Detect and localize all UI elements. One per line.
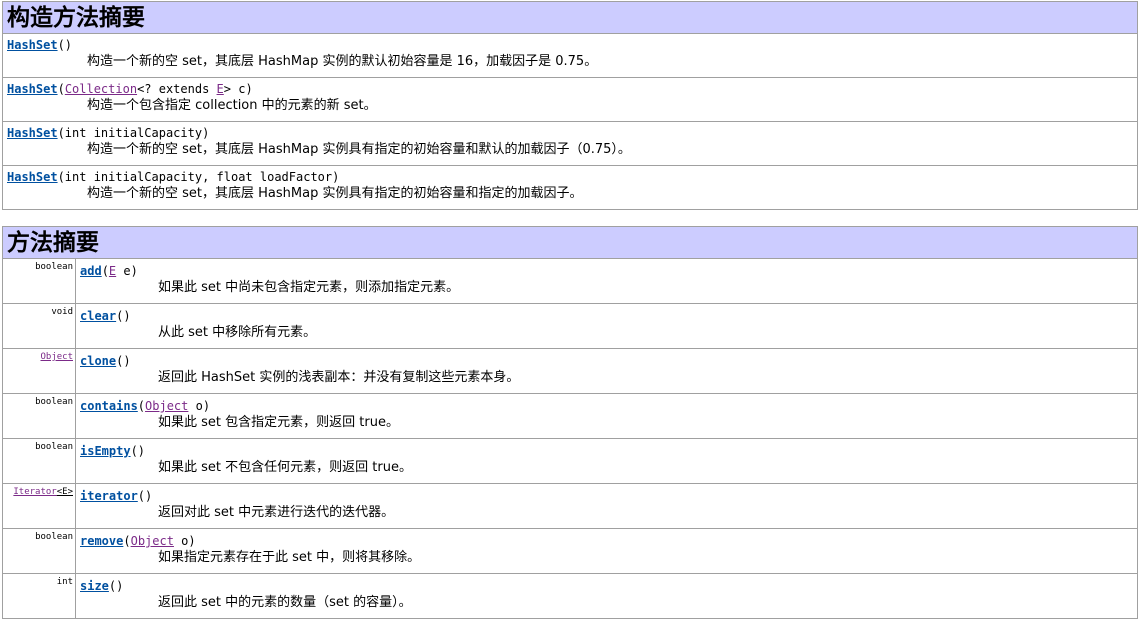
method-link-contains[interactable]: contains: [80, 399, 138, 413]
method-link-clear[interactable]: clear: [80, 309, 116, 323]
constructor-description: 构造一个新的空 set，其底层 HashMap 实例具有指定的初始容量和默认的加…: [87, 142, 631, 157]
return-type: boolean: [2, 528, 76, 574]
method-description: 返回对此 set 中元素进行迭代的迭代器。: [158, 505, 395, 520]
object-type-link[interactable]: Object: [131, 534, 174, 548]
method-signature: contains(Object o): [80, 399, 211, 413]
method-link-iterator[interactable]: iterator: [80, 489, 138, 503]
constructor-signature: HashSet(): [7, 38, 73, 52]
return-type: Object: [2, 348, 76, 394]
method-row: boolean isEmpty() 如果此 set 不包含任何元素，则返回 tr…: [2, 438, 1138, 484]
constructor-link-hashset[interactable]: HashSet: [7, 82, 58, 96]
collection-type-link[interactable]: Collection: [65, 82, 137, 96]
method-row: boolean contains(Object o) 如果此 set 包含指定元…: [2, 393, 1138, 439]
constructor-signature: HashSet(int initialCapacity, float loadF…: [7, 170, 340, 184]
constructor-summary-title: 构造方法摘要: [2, 1, 1138, 34]
method-link-size[interactable]: size: [80, 579, 109, 593]
constructor-description: 构造一个包含指定 collection 中的元素的新 set。: [87, 98, 377, 113]
return-type: Iterator<E>: [2, 483, 76, 529]
method-summary-title: 方法摘要: [2, 226, 1138, 259]
method-row: int size() 返回此 set 中的元素的数量（set 的容量）。: [2, 573, 1138, 619]
method-description: 如果指定元素存在于此 set 中，则将其移除。: [158, 550, 421, 565]
return-type: void: [2, 303, 76, 349]
constructor-row: HashSet(Collection<? extends E> c) 构造一个包…: [2, 77, 1138, 122]
method-summary-table: 方法摘要 boolean add(E e) 如果此 set 中尚未包含指定元素，…: [2, 226, 1138, 619]
method-description: 返回此 set 中的元素的数量（set 的容量）。: [158, 595, 412, 610]
method-link-add[interactable]: add: [80, 264, 102, 278]
constructor-signature: HashSet(Collection<? extends E> c): [7, 82, 253, 96]
constructor-description: 构造一个新的空 set，其底层 HashMap 实例的默认初始容量是 16，加载…: [87, 54, 598, 69]
constructor-description: 构造一个新的空 set，其底层 HashMap 实例具有指定的初始容量和指定的加…: [87, 186, 583, 201]
method-link-remove[interactable]: remove: [80, 534, 123, 548]
method-description: 返回此 HashSet 实例的浅表副本：并没有复制这些元素本身。: [158, 370, 520, 385]
return-type: boolean: [2, 438, 76, 484]
method-signature: size(): [80, 579, 124, 593]
method-link-isempty[interactable]: isEmpty: [80, 444, 131, 458]
return-type: int: [2, 573, 76, 619]
constructor-row: HashSet(int initialCapacity) 构造一个新的空 set…: [2, 121, 1138, 166]
constructor-summary-table: 构造方法摘要 HashSet() 构造一个新的空 set，其底层 HashMap…: [2, 1, 1138, 210]
method-description: 如果此 set 包含指定元素，则返回 true。: [158, 415, 399, 430]
method-description: 从此 set 中移除所有元素。: [158, 325, 317, 340]
return-type: boolean: [2, 393, 76, 439]
method-signature: remove(Object o): [80, 534, 196, 548]
method-row: Iterator<E> iterator() 返回对此 set 中元素进行迭代的…: [2, 483, 1138, 529]
constructor-link-hashset[interactable]: HashSet: [7, 126, 58, 140]
constructor-link-hashset[interactable]: HashSet: [7, 38, 58, 52]
method-row: boolean remove(Object o) 如果指定元素存在于此 set …: [2, 528, 1138, 574]
method-description: 如果此 set 中尚未包含指定元素，则添加指定元素。: [158, 280, 460, 295]
object-type-link[interactable]: Object: [40, 352, 73, 362]
constructor-row: HashSet(int initialCapacity, float loadF…: [2, 165, 1138, 210]
method-signature: clear(): [80, 309, 131, 323]
method-signature: add(E e): [80, 264, 138, 278]
method-signature: isEmpty(): [80, 444, 146, 458]
method-link-clone[interactable]: clone: [80, 354, 116, 368]
return-type: boolean: [2, 258, 76, 304]
constructor-signature: HashSet(int initialCapacity): [7, 126, 210, 140]
method-description: 如果此 set 不包含任何元素，则返回 true。: [158, 460, 412, 475]
method-row: void clear() 从此 set 中移除所有元素。: [2, 303, 1138, 349]
constructor-row: HashSet() 构造一个新的空 set，其底层 HashMap 实例的默认初…: [2, 33, 1138, 78]
method-signature: clone(): [80, 354, 131, 368]
iterator-type-link[interactable]: Iterator: [13, 487, 56, 497]
type-param-e: <E>: [56, 487, 73, 497]
type-param-e-link[interactable]: E: [217, 82, 224, 96]
method-row: boolean add(E e) 如果此 set 中尚未包含指定元素，则添加指定…: [2, 258, 1138, 304]
method-row: Object clone() 返回此 HashSet 实例的浅表副本：并没有复制…: [2, 348, 1138, 394]
constructor-link-hashset[interactable]: HashSet: [7, 170, 58, 184]
object-type-link[interactable]: Object: [145, 399, 188, 413]
method-signature: iterator(): [80, 489, 153, 503]
